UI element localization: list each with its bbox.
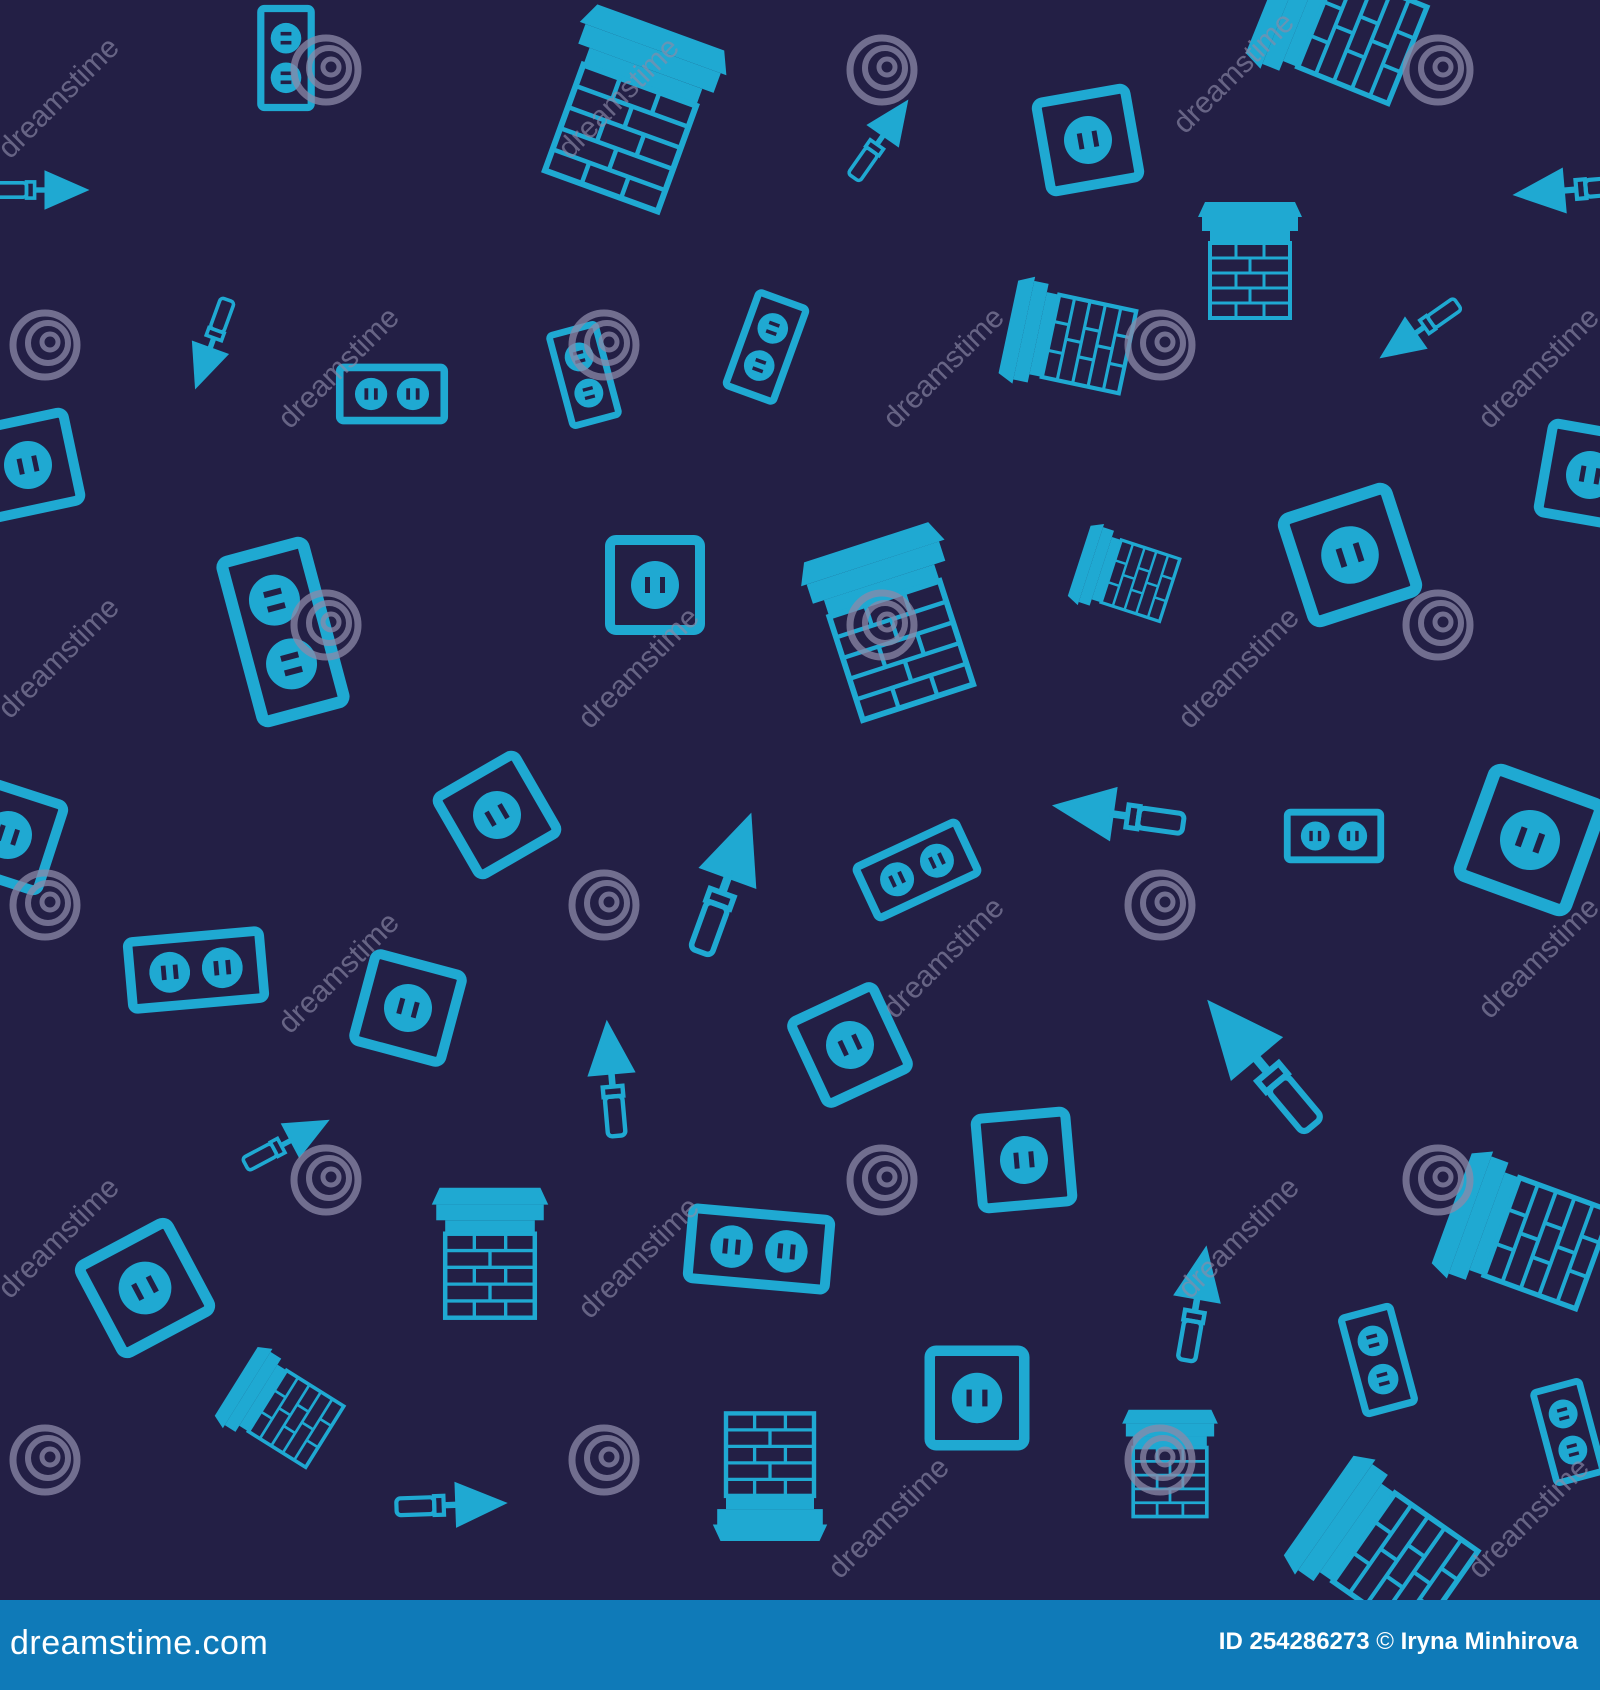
watermark-text: dreamstime [572, 1191, 706, 1325]
watermark-text: dreamstime [1172, 1171, 1306, 1305]
watermark-text: dreamstime [0, 591, 126, 725]
watermark-text: dreamstime [572, 601, 706, 735]
watermark-text: dreamstime [0, 1171, 126, 1305]
watermark-text: dreamstime [1462, 1451, 1596, 1585]
image-credit: ID 254286273 © Iryna Minhirova [1219, 1628, 1578, 1656]
author-name[interactable]: Iryna Minhirova [1401, 1628, 1578, 1655]
watermark-text: dreamstime [552, 31, 686, 165]
watermark-text: dreamstime [272, 906, 406, 1040]
watermark-text: dreamstime [877, 891, 1011, 1025]
watermark-text: dreamstime [822, 1451, 956, 1585]
watermark-text: dreamstime [1167, 6, 1301, 140]
copyright-symbol: © [1376, 1628, 1394, 1655]
watermark-text: dreamstime [877, 301, 1011, 435]
watermark-text: dreamstime [0, 31, 126, 165]
watermark-text: dreamstime [272, 301, 406, 435]
watermark-text: dreamstime [1472, 891, 1600, 1025]
watermark-text-layer: dreamstime dreamstime dreamstime dreamst… [0, 6, 1600, 1585]
watermark-text: dreamstime [1172, 601, 1306, 735]
watermark-text: dreamstime [1472, 301, 1600, 435]
pattern-canvas: dreamstime dreamstime dreamstime dreamst… [0, 0, 1600, 1600]
footer-bar: dreamstime.com ID 254286273 © Iryna Minh… [0, 1600, 1600, 1690]
image-id: ID 254286273 [1218, 1628, 1370, 1655]
site-name[interactable]: dreamstime.com [10, 1624, 268, 1663]
